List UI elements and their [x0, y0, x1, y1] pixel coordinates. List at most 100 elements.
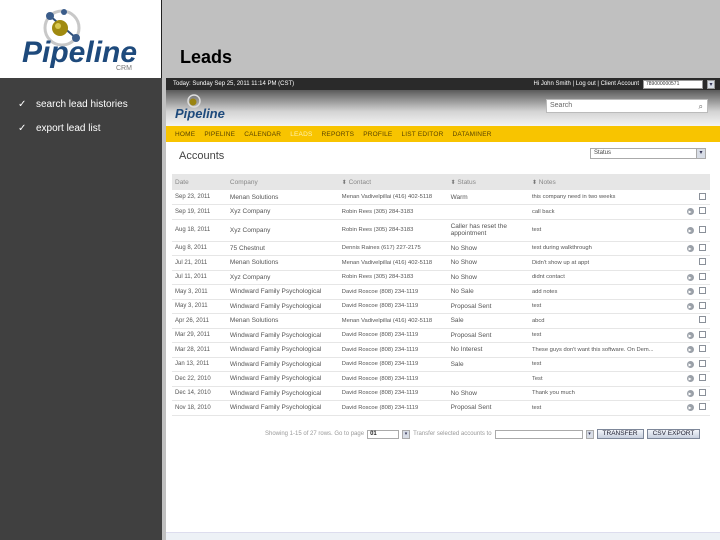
table-row[interactable]: Dec 22, 2010 Windward Family Psychologica… [172, 371, 710, 387]
play-icon[interactable]: ▶ [686, 404, 694, 412]
slide-title: Leads [180, 47, 233, 67]
table-row[interactable]: Mar 29, 2011 Windward Family Psychologica… [172, 328, 710, 343]
row-checkbox[interactable] [698, 345, 706, 353]
table-row[interactable]: Jul 11, 2011 Xyz Company Robin Rees (305) … [172, 270, 710, 285]
table-row[interactable]: Apr 26, 2011 Menan Solutions Menan Vadivel… [172, 313, 710, 329]
nav-pipeline[interactable]: PIPELINE [204, 131, 235, 138]
row-play-cell: ▶ [681, 270, 696, 285]
row-company-link[interactable]: Windward Family Psychological [226, 328, 339, 343]
row-checkbox[interactable] [698, 330, 706, 338]
table-row[interactable]: May 3, 2011 Windward Family Psychological… [172, 284, 710, 300]
header-contact[interactable]: ⬍ Contact [338, 174, 448, 190]
play-icon[interactable]: ▶ [686, 389, 694, 397]
client-account-select[interactable]: 789000000571 [643, 79, 703, 89]
table-row[interactable]: Dec 14, 2010 Windward Family Psychologica… [172, 386, 710, 401]
header-company[interactable]: Company [226, 174, 339, 190]
row-company-link[interactable]: Windward Family Psychological [226, 400, 339, 416]
play-icon[interactable]: ▶ [686, 346, 694, 354]
row-company-link[interactable]: Menan Solutions [226, 255, 339, 271]
row-checkbox[interactable] [698, 359, 706, 367]
nav-home[interactable]: HOME [175, 131, 195, 138]
row-checkbox[interactable] [698, 388, 706, 396]
sort-icon[interactable]: ⬍ [451, 180, 456, 186]
play-icon[interactable]: ▶ [686, 226, 694, 234]
chevron-down-icon[interactable]: ▾ [696, 149, 705, 158]
row-play-cell: ▶ [681, 204, 696, 220]
header-notes[interactable]: ⬍ Notes [528, 174, 682, 190]
play-icon[interactable]: ▶ [686, 360, 694, 368]
search-input[interactable]: Search ⌕ [546, 99, 708, 113]
table-row[interactable]: Aug 18, 2011 Xyz Company Robin Rees (305) … [172, 219, 710, 242]
play-icon[interactable]: ▶ [686, 288, 694, 296]
nav-dataminer[interactable]: DATAMINER [453, 131, 492, 138]
table-row[interactable]: Mar 28, 2011 Windward Family Psychologica… [172, 342, 710, 358]
chevron-down-icon[interactable]: ▾ [402, 429, 411, 439]
chevron-down-icon[interactable]: ▾ [707, 79, 715, 89]
row-checkbox[interactable] [698, 225, 706, 233]
row-checkbox[interactable] [698, 243, 706, 251]
chevron-down-icon[interactable]: ▾ [585, 429, 594, 439]
transfer-target-select[interactable] [494, 429, 583, 439]
row-company-link[interactable]: 75 Chestnut [226, 241, 339, 256]
row-company-link[interactable]: Windward Family Psychological [226, 386, 339, 401]
transfer-button[interactable]: TRANSFER [596, 429, 644, 439]
row-company-link[interactable]: Windward Family Psychological [226, 299, 339, 314]
row-company-link[interactable]: Menan Solutions [226, 313, 339, 329]
nav-calendar[interactable]: CALENDAR [244, 131, 281, 138]
table-row[interactable]: Nov 18, 2010 Windward Family Psychologica… [172, 400, 710, 416]
nav-leads[interactable]: LEADS [290, 131, 312, 138]
row-company-link[interactable]: Windward Family Psychological [226, 371, 339, 387]
row-checkbox[interactable] [698, 258, 706, 266]
table-row[interactable]: Aug 8, 2011 75 Chestnut Dennis Raines (617… [172, 241, 710, 256]
row-checkbox[interactable] [698, 207, 706, 215]
csv-export-button[interactable]: CSV EXPORT [646, 429, 701, 439]
page-select[interactable]: 01 [367, 429, 400, 439]
sort-icon[interactable]: ⬍ [532, 180, 537, 186]
user-links[interactable]: Hi John Smith | Log out | Client Account [533, 81, 639, 87]
nav-list-editor[interactable]: LIST EDITOR [401, 131, 443, 138]
row-checkbox[interactable] [698, 272, 706, 280]
row-company-link[interactable]: Windward Family Psychological [226, 284, 339, 300]
table-row[interactable]: Sep 23, 2011 Menan Solutions Menan Vadivel… [172, 190, 710, 205]
bullet-item: ✓ search lead histories [18, 92, 128, 116]
row-count-text: Showing 1-15 of 27 rows. Go to page [265, 431, 365, 437]
play-icon[interactable]: ▶ [686, 302, 694, 310]
row-play-cell: ▶ [681, 241, 696, 256]
nav-reports[interactable]: REPORTS [322, 131, 355, 138]
row-company-link[interactable]: Windward Family Psychological [226, 342, 339, 358]
play-icon[interactable]: ▶ [686, 273, 694, 281]
search-icon[interactable]: ⌕ [699, 101, 703, 113]
play-icon[interactable]: ▶ [686, 244, 694, 252]
row-company-link[interactable]: Windward Family Psychological [226, 357, 339, 372]
row-select-cell [695, 371, 710, 387]
row-notes: add notes [528, 284, 682, 300]
play-icon[interactable]: ▶ [686, 375, 694, 383]
row-company-link[interactable]: Xyz Company [226, 270, 339, 285]
row-company-link[interactable]: Xyz Company [226, 219, 339, 242]
row-notes: call back [528, 204, 682, 220]
play-icon[interactable]: ▶ [686, 331, 694, 339]
row-contact: Menan Vadivelpillai (416) 402-5118 [338, 190, 448, 205]
header-date[interactable]: Date [172, 174, 227, 190]
row-checkbox[interactable] [698, 301, 706, 309]
table-row[interactable]: Jan 13, 2011 Windward Family Psychologica… [172, 357, 710, 372]
row-date: Mar 28, 2011 [172, 342, 227, 358]
table-row[interactable]: May 3, 2011 Windward Family Psychological… [172, 299, 710, 314]
row-company-link[interactable]: Menan Solutions [226, 190, 339, 205]
sort-icon[interactable]: ⬍ [342, 180, 347, 186]
header-status[interactable]: ⬍ Status [447, 174, 529, 190]
row-checkbox[interactable] [698, 403, 706, 411]
transfer-label: Transfer selected accounts to [413, 431, 492, 437]
row-checkbox[interactable] [698, 192, 706, 200]
row-company-link[interactable]: Xyz Company [226, 204, 339, 220]
pipeline-mini-logo[interactable]: Pipeline [174, 93, 234, 123]
play-icon[interactable]: ▶ [686, 208, 694, 216]
row-checkbox[interactable] [698, 287, 706, 295]
table-row[interactable]: Jul 21, 2011 Menan Solutions Menan Vadivel… [172, 255, 710, 271]
row-checkbox[interactable] [698, 374, 706, 382]
nav-profile[interactable]: PROFILE [363, 131, 392, 138]
row-select-cell [695, 357, 710, 372]
table-row[interactable]: Sep 19, 2011 Xyz Company Robin Rees (305) … [172, 204, 710, 220]
row-checkbox[interactable] [698, 316, 706, 324]
status-filter-select[interactable]: Status ▾ [590, 148, 706, 159]
